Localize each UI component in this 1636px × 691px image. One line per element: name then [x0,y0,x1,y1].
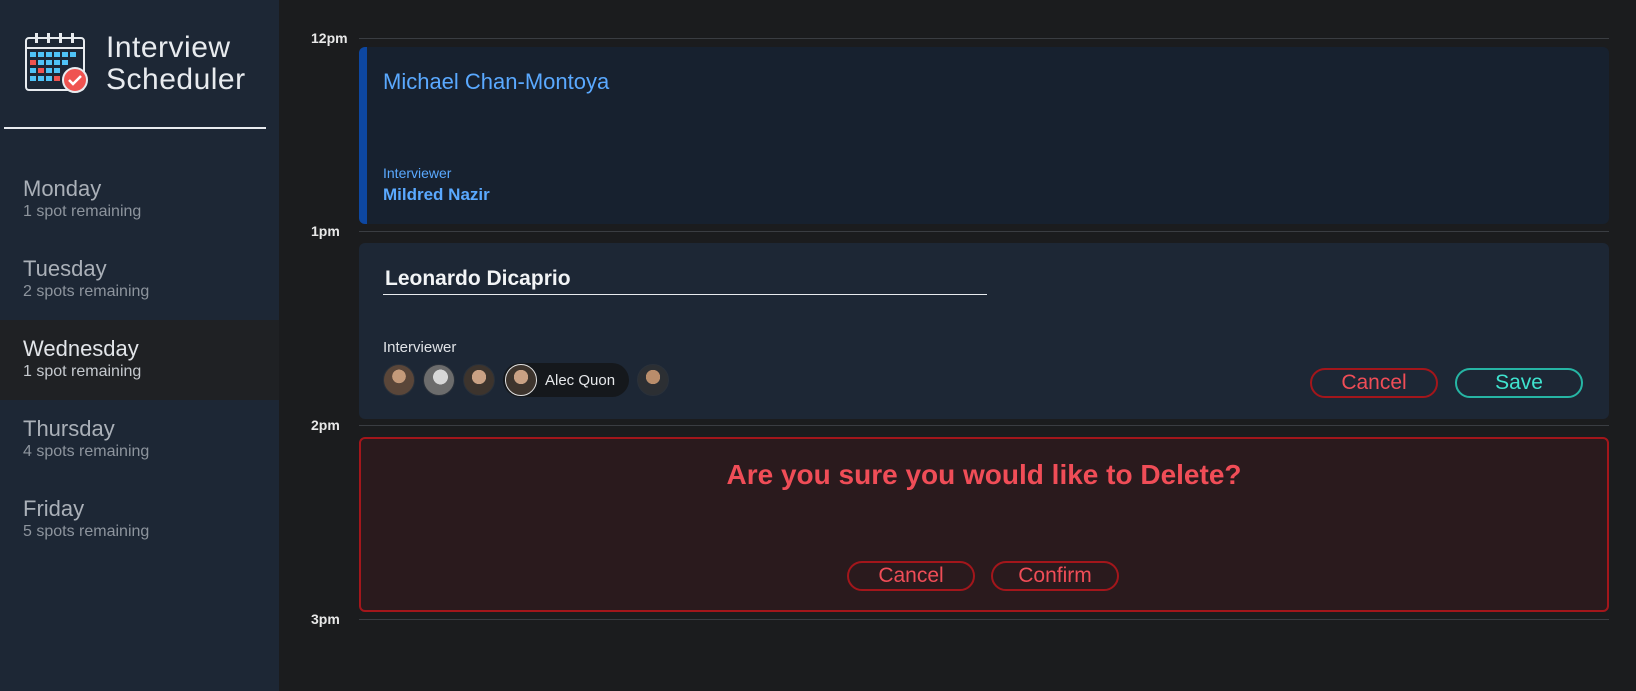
sidebar: Interview Scheduler Monday 1 spot remain… [0,0,279,691]
day-name: Friday [23,496,85,521]
interviewer-selected-name: Alec Quon [545,371,616,389]
interviewer-label: Interviewer [383,339,457,356]
day-spots: 5 spots remaining [23,523,150,540]
day-name: Wednesday [23,336,139,361]
calendar-icon [25,33,88,93]
appointment-card-booked: Michael Chan-Montoya Interviewer Mildred… [359,47,1609,224]
time-label: 12pm [311,30,348,46]
day-name: Thursday [23,416,115,441]
sidebar-item-wednesday[interactable]: Wednesday 1 spot remaining [0,320,279,400]
interviewer-avatar[interactable] [423,364,455,396]
interviewer-avatar [505,364,537,396]
time-divider [359,231,1609,232]
app-title: Interview Scheduler [106,32,246,96]
interviewer-selected[interactable]: Alec Quon [503,363,630,397]
time-label: 3pm [311,611,340,627]
time-divider [359,425,1609,426]
app-title-line2: Scheduler [106,63,246,96]
day-spots: 4 spots remaining [23,443,150,460]
save-button[interactable]: Save [1455,368,1583,398]
interviewer-avatar[interactable] [463,364,495,396]
day-spots: 1 spot remaining [23,363,142,380]
time-label: 2pm [311,417,340,433]
time-label: 1pm [311,223,340,239]
interviewer-label: Interviewer [383,165,452,181]
delete-confirm-card: Are you sure you would like to Delete? C… [359,437,1609,612]
time-divider [359,38,1609,39]
interviewer-name: Mildred Nazir [383,185,490,204]
sidebar-item-monday[interactable]: Monday 1 spot remaining [0,160,279,240]
day-spots: 1 spot remaining [23,203,142,220]
student-name-input[interactable] [383,264,987,295]
appointment-form: Interviewer Alec Quon Cancel Save [359,243,1609,419]
day-list: Monday 1 spot remaining Tuesday 2 spots … [0,160,279,560]
confirm-cancel-button[interactable]: Cancel [847,561,975,591]
confirm-delete-button[interactable]: Confirm [991,561,1119,591]
interviewer-avatar[interactable] [383,364,415,396]
schedule: 12pm 1pm 2pm 3pm Michael Chan-Montoya In… [279,0,1636,691]
sidebar-item-friday[interactable]: Friday 5 spots remaining [0,480,279,560]
student-name: Michael Chan-Montoya [383,69,610,94]
time-divider [359,619,1609,620]
sidebar-item-thursday[interactable]: Thursday 4 spots remaining [0,400,279,480]
brand: Interview Scheduler [24,32,246,96]
interviewer-avatar[interactable] [637,364,670,396]
sidebar-item-tuesday[interactable]: Tuesday 2 spots remaining [0,240,279,320]
app-title-line1: Interview [106,31,231,64]
interviewer-list: Alec Quon [383,363,677,397]
cancel-button[interactable]: Cancel [1310,368,1438,398]
day-spots: 2 spots remaining [23,283,150,300]
day-name: Tuesday [23,256,107,281]
confirm-message: Are you sure you would like to Delete? [726,459,1242,490]
day-name: Monday [23,176,102,201]
sidebar-divider [4,127,266,129]
